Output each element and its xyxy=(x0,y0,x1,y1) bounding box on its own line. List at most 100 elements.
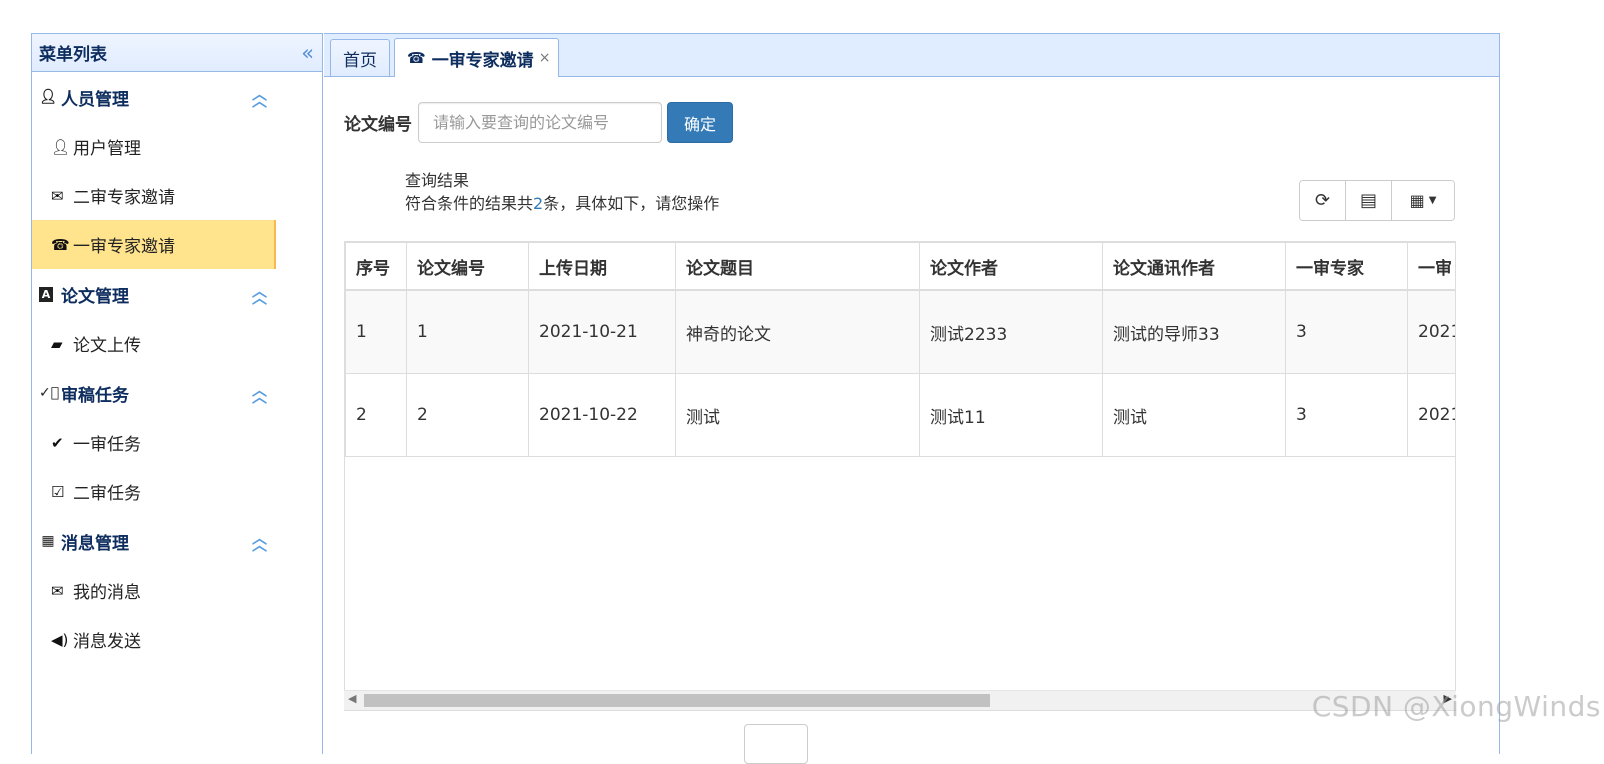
col-header[interactable]: 一审 xyxy=(1407,242,1455,291)
table-cell: 2021-10-22 xyxy=(528,373,676,457)
col-header[interactable]: 上传日期 xyxy=(528,242,676,291)
scrollbar-thumb[interactable] xyxy=(364,694,990,707)
menu-item-label: 二审任务 xyxy=(73,484,141,504)
table-cell: 2021 xyxy=(1407,373,1455,457)
group-label: 人员管理 xyxy=(61,89,129,110)
sidebar-title: 菜单列表 xyxy=(39,45,107,65)
check-circle-icon: ✓⃝ xyxy=(39,385,60,401)
checkmark-icon: ✔ xyxy=(51,433,64,452)
table-cell: 2021-10-21 xyxy=(528,289,676,374)
table-cell: 测试11 xyxy=(919,373,1103,457)
menu-item-second-review-invite[interactable]: ✉ 二审专家邀请 xyxy=(32,171,322,220)
font-icon: A xyxy=(39,286,53,302)
result-count: 2 xyxy=(533,194,544,213)
table-cell: 2021 xyxy=(1407,289,1455,374)
tabs-bar: 首页 ☎ 一审专家邀请 × xyxy=(324,34,1499,77)
tab-home[interactable]: 首页 xyxy=(330,39,390,76)
col-header[interactable]: 论文题目 xyxy=(675,242,920,291)
watermark: CSDN @XiongWinds xyxy=(1311,690,1601,723)
toggle-view-button[interactable]: ▤ xyxy=(1346,181,1392,220)
menu-item-second-review-task[interactable]: ☑ 二审任务 xyxy=(32,467,322,516)
user-icon: 👤︎ xyxy=(39,89,57,105)
refresh-button[interactable]: ⟳ xyxy=(1300,181,1346,220)
group-label: 审稿任务 xyxy=(61,385,129,406)
search-row: 论文编号 确定 xyxy=(344,102,733,143)
menu-item-label: 消息发送 xyxy=(73,632,141,652)
sidebar-menu: 菜单列表 ‹‹ 👤︎ 人员管理 ︿ ︿ 👤︎ 用户管理 ✉ 二审专家邀请 ☎ 一审… xyxy=(31,33,323,754)
table-cell: 2 xyxy=(406,373,529,457)
result-info: 查询结果 符合条件的结果共2条，具体如下，请您操作 xyxy=(405,169,719,215)
search-label: 论文编号 xyxy=(344,115,412,135)
menu-item-first-review-task[interactable]: ✔ 一审任务 xyxy=(32,418,322,467)
summary-suffix: 条，具体如下，请您操作 xyxy=(543,194,720,213)
envelope-icon: ✉ xyxy=(51,186,64,205)
page-size-select[interactable] xyxy=(744,724,808,764)
horizontal-scrollbar[interactable]: ◀ ▶ xyxy=(344,690,1456,710)
col-header[interactable]: 论文编号 xyxy=(406,242,529,291)
chevron-up-double-icon[interactable]: ︿ ︿ xyxy=(252,531,267,553)
envelope-icon: ✉ xyxy=(51,581,64,600)
menu-item-user-management[interactable]: 👤︎ 用户管理 xyxy=(32,122,322,171)
phone-icon: ☎ xyxy=(407,49,426,67)
table-cell: 测试 xyxy=(1102,373,1286,457)
confirm-button[interactable]: 确定 xyxy=(667,102,733,143)
table-row[interactable]: 1 1 2021-10-21 神奇的论文 测试2233 测试的导师33 3 20… xyxy=(345,289,1455,374)
papers-table-container: 序号 论文编号 上传日期 论文题目 论文作者 论文通讯作者 一审专家 一审 1 … xyxy=(344,241,1456,711)
table-cell: 神奇的论文 xyxy=(675,289,920,374)
menu-item-label: 用户管理 xyxy=(73,139,141,159)
result-title: 查询结果 xyxy=(405,171,470,190)
group-paper-management[interactable]: A 论文管理 ︿ ︿ xyxy=(32,269,322,319)
papers-table: 序号 论文编号 上传日期 论文题目 论文作者 论文通讯作者 一审专家 一审 1 … xyxy=(345,242,1455,457)
tab-label: 首页 xyxy=(343,50,377,71)
menu-item-send-message[interactable]: ◀︎) 消息发送 xyxy=(32,615,322,664)
menu-item-label: 一审任务 xyxy=(73,435,141,455)
chevron-up-double-icon[interactable]: ︿ ︿ xyxy=(252,284,267,306)
col-header[interactable]: 论文通讯作者 xyxy=(1102,242,1286,291)
pagination-bar xyxy=(344,724,844,764)
table-cell: 1 xyxy=(406,289,529,374)
th-columns-icon: ▦ xyxy=(1409,191,1425,210)
group-label: 消息管理 xyxy=(61,533,129,554)
double-chevron-left-icon[interactable]: ‹‹ xyxy=(301,41,314,65)
group-label: 论文管理 xyxy=(61,286,129,307)
th-large-icon: ▦ xyxy=(41,533,55,549)
columns-dropdown-button[interactable]: ▦ ▼ xyxy=(1392,181,1454,220)
table-cell: 测试的导师33 xyxy=(1102,289,1286,374)
table-cell: 3 xyxy=(1285,373,1408,457)
menu-item-first-review-invite[interactable]: ☎ 一审专家邀请 xyxy=(32,220,276,269)
table-header-row: 序号 论文编号 上传日期 论文题目 论文作者 论文通讯作者 一审专家 一审 xyxy=(345,242,1455,291)
table-cell: 1 xyxy=(345,289,407,374)
paper-id-search-input[interactable] xyxy=(418,102,662,143)
caret-down-icon: ▼ xyxy=(1428,195,1437,206)
volume-icon: ◀︎) xyxy=(51,630,69,649)
col-header[interactable]: 论文作者 xyxy=(919,242,1103,291)
table-row[interactable]: 2 2 2021-10-22 测试 测试11 测试 3 2021 xyxy=(345,373,1455,457)
folder-open-icon: ▰ xyxy=(51,334,63,353)
chevron-up-double-icon[interactable]: ︿ ︿ xyxy=(252,87,267,109)
group-personnel-management[interactable]: 👤︎ 人员管理 ︿ ︿ xyxy=(32,72,322,122)
menu-item-label: 一审专家邀请 xyxy=(73,237,175,257)
refresh-icon: ⟳ xyxy=(1314,190,1331,211)
main-panel: 首页 ☎ 一审专家邀请 × 论文编号 确定 查询结果 符合条件的结果共2条，具体… xyxy=(324,33,1500,764)
menu-item-label: 论文上传 xyxy=(73,336,141,356)
result-summary: 符合条件的结果共2条，具体如下，请您操作 xyxy=(405,192,719,215)
group-message-management[interactable]: ▦ 消息管理 ︿ ︿ xyxy=(32,516,322,566)
menu-item-label: 我的消息 xyxy=(73,583,141,603)
list-alt-icon: ▤ xyxy=(1359,190,1377,211)
menu-item-paper-upload[interactable]: ▰ 论文上传 xyxy=(32,319,322,368)
menu-item-my-messages[interactable]: ✉ 我的消息 xyxy=(32,566,322,615)
check-square-icon: ☑ xyxy=(51,482,65,501)
user-icon: 👤︎ xyxy=(51,137,71,156)
chevron-up-double-icon[interactable]: ︿ ︿ xyxy=(252,383,267,405)
table-toolbar: ⟳ ▤ ▦ ▼ xyxy=(1299,180,1455,221)
col-header[interactable]: 序号 xyxy=(345,242,407,291)
tab-first-review-invite[interactable]: ☎ 一审专家邀请 × xyxy=(394,38,560,77)
table-cell: 3 xyxy=(1285,289,1408,374)
col-header[interactable]: 一审专家 xyxy=(1285,242,1408,291)
group-review-tasks[interactable]: ✓⃝ 审稿任务 ︿ ︿ xyxy=(32,368,322,418)
table-cell: 2 xyxy=(345,373,407,457)
tab-label: 一审专家邀请 xyxy=(431,50,534,71)
table-cell: 测试2233 xyxy=(919,289,1103,374)
scroll-left-icon[interactable]: ◀ xyxy=(348,692,356,705)
close-icon[interactable]: × xyxy=(539,50,551,66)
